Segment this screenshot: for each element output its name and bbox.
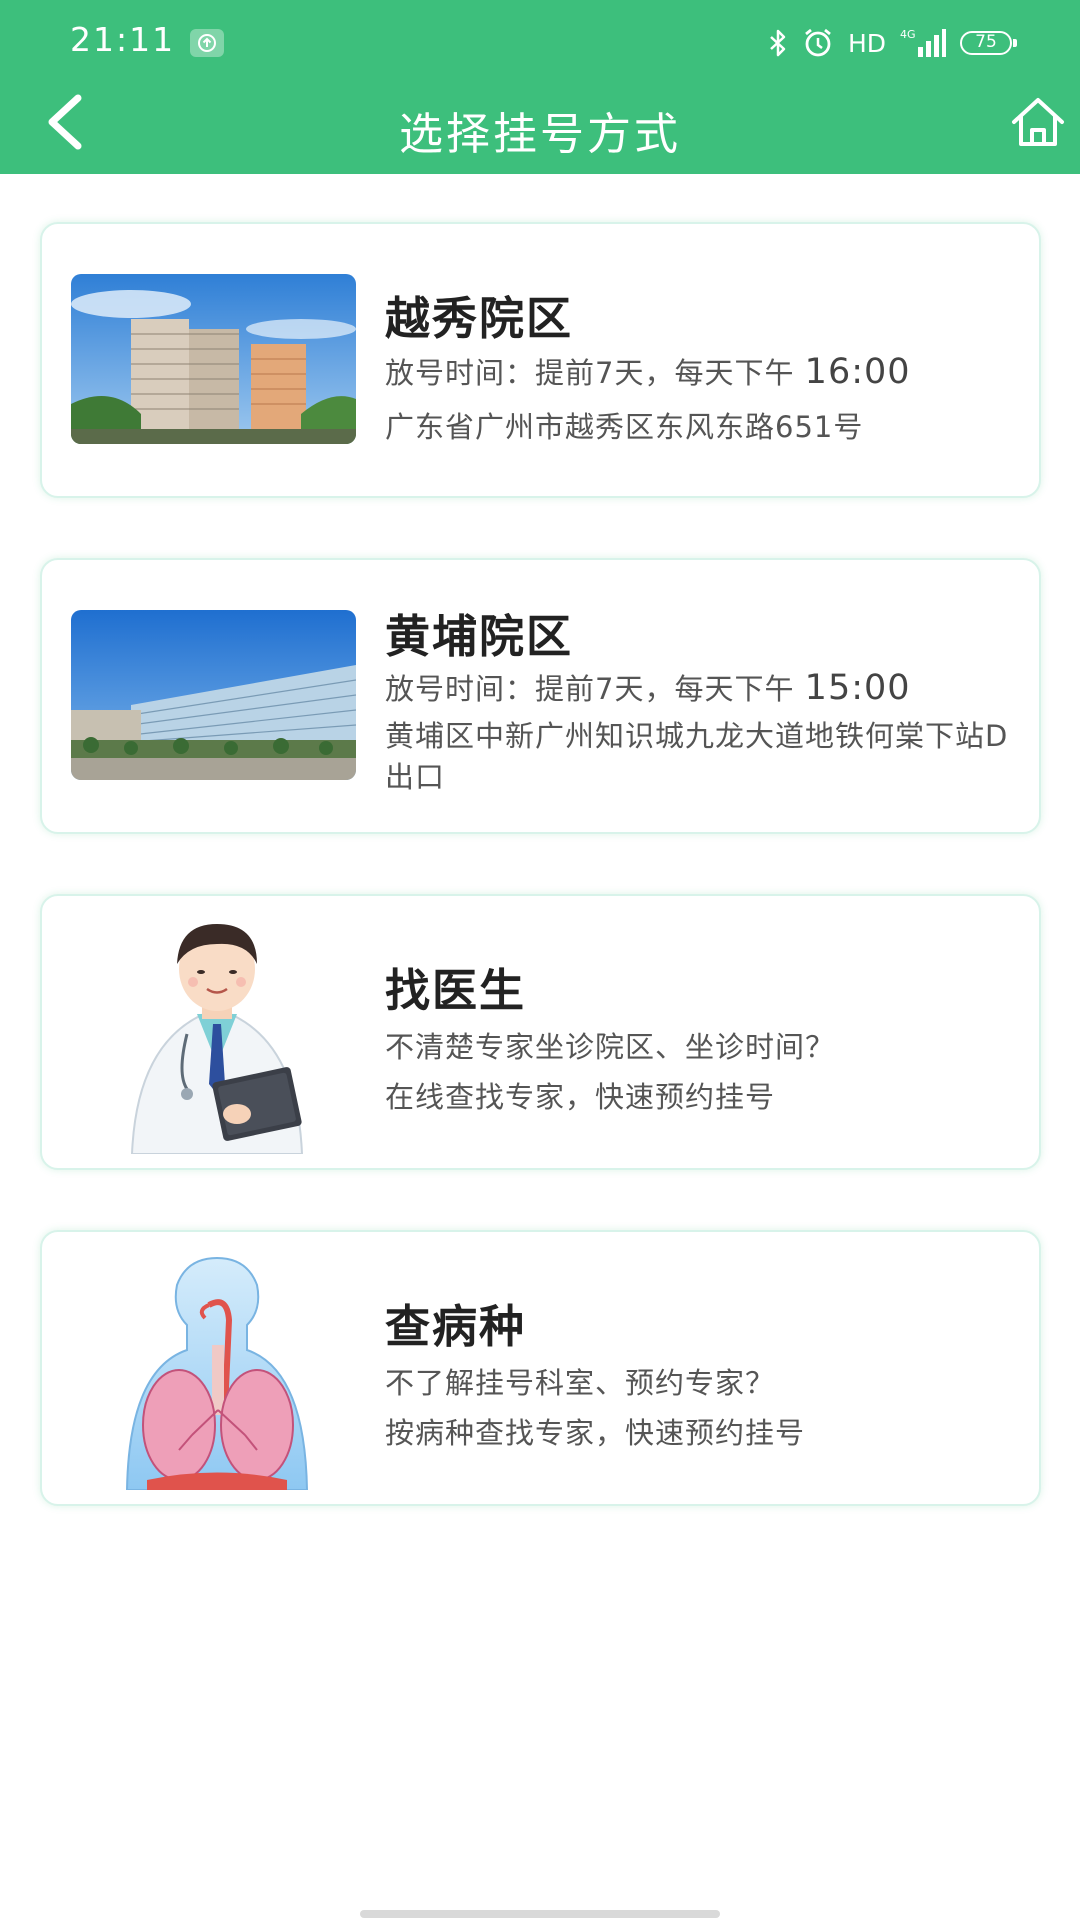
bluetooth-icon xyxy=(770,29,786,57)
find-disease-card[interactable]: 查病种 不了解挂号科室、预约专家？ 按病种查找专家，快速预约挂号 xyxy=(40,1230,1041,1506)
battery-icon: 75 xyxy=(960,31,1017,55)
release-time-value: 16:00 xyxy=(804,352,911,392)
release-time: 放号时间：提前7天，每天下午 16:00 xyxy=(385,350,911,392)
release-time-label: 放号时间：提前7天，每天下午 xyxy=(385,356,805,390)
alarm-icon xyxy=(805,28,831,57)
campus-address: 黄埔区中新广州知识城九龙大道地铁何棠下站D出口 xyxy=(385,719,1009,794)
card-description-1: 不清楚专家坐诊院区、坐诊时间？ xyxy=(385,1030,836,1064)
upload-icon xyxy=(190,29,224,57)
find-doctor-card[interactable]: 找医生 不清楚专家坐诊院区、坐诊时间？ 在线查找专家，快速预约挂号 xyxy=(40,894,1041,1170)
card-description-1: 不了解挂号科室、预约专家？ xyxy=(385,1366,776,1400)
release-time-label: 放号时间：提前7天，每天下午 xyxy=(385,672,805,706)
lungs-illustration xyxy=(117,1250,317,1491)
campus-address: 广东省广州市越秀区东风东路651号 xyxy=(385,410,864,444)
status-bar: 21:11 HD 4G 75 xyxy=(0,0,1080,84)
page-title: 选择挂号方式 xyxy=(399,109,681,160)
status-icons: HD 4G 75 xyxy=(768,26,1017,60)
signal-icon: 4G xyxy=(900,28,946,57)
status-time: 21:11 xyxy=(70,20,176,59)
hospital-campus-photo xyxy=(71,610,356,780)
header-bar: 21:11 HD 4G 75 选择挂号方式 xyxy=(0,0,1080,174)
card-title: 查病种 xyxy=(385,1300,527,1353)
card-description-2: 在线查找专家，快速预约挂号 xyxy=(385,1080,776,1114)
home-icon[interactable] xyxy=(1008,94,1068,150)
svg-text:4G: 4G xyxy=(900,28,916,41)
campus-card-huangpu[interactable]: 黄埔院区 放号时间：提前7天，每天下午 15:00 黄埔区中新广州知识城九龙大道… xyxy=(40,558,1041,834)
hospital-building-photo xyxy=(71,274,356,444)
network-type: HD xyxy=(847,28,886,58)
card-title: 越秀院区 xyxy=(385,292,574,345)
doctor-illustration xyxy=(117,914,317,1155)
release-time: 放号时间：提前7天，每天下午 15:00 xyxy=(385,666,911,708)
card-title: 黄埔院区 xyxy=(385,610,574,663)
card-title: 找医生 xyxy=(385,964,527,1017)
card-description-2: 按病种查找专家，快速预约挂号 xyxy=(385,1416,806,1450)
home-indicator[interactable] xyxy=(360,1910,720,1918)
campus-card-yuexiu[interactable]: 越秀院区 放号时间：提前7天，每天下午 16:00 广东省广州市越秀区东风东路6… xyxy=(40,222,1041,498)
release-time-value: 15:00 xyxy=(804,668,911,708)
